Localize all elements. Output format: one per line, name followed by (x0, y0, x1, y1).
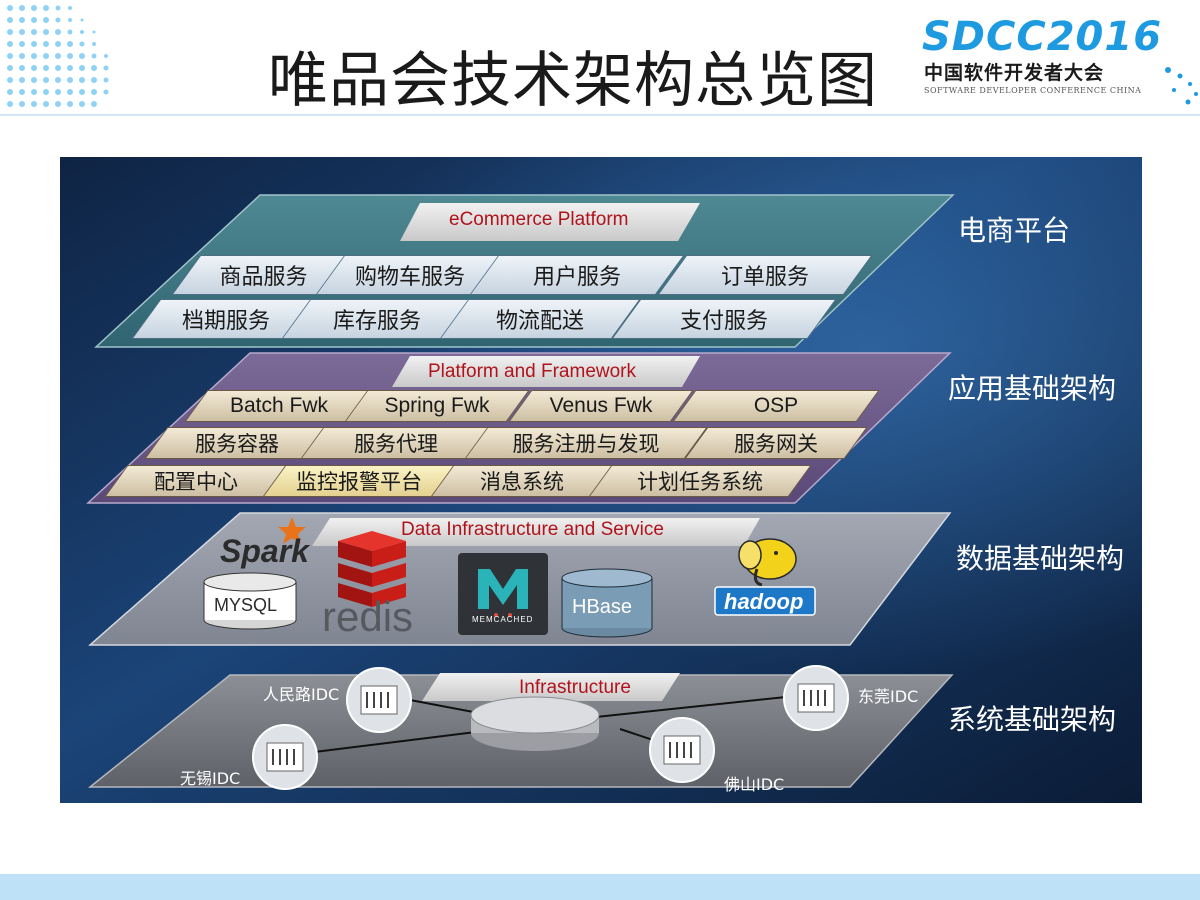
service-cell: 用户服务 (469, 255, 685, 295)
router-icon (470, 696, 600, 751)
server-icon (783, 665, 849, 731)
framework-cell: 服务容器 (144, 427, 330, 459)
idc-label: 东莞IDC (858, 687, 919, 706)
architecture-diagram: eCommerce Platform Platform and Framewor… (60, 157, 1142, 803)
conference-dots-decoration (1165, 67, 1198, 105)
framework-cell: Batch Fwk (184, 390, 374, 422)
layer-title-framework: Platform and Framework (428, 361, 637, 382)
memcached-label: MEMCACHED (472, 615, 534, 624)
layer-title-infra: Infrastructure (519, 677, 631, 698)
framework-cell: 服务网关 (684, 427, 868, 459)
framework-cell: Spring Fwk (344, 390, 530, 422)
side-label-framework: 应用基础架构 (948, 372, 1117, 405)
service-cell: 支付服务 (611, 299, 837, 339)
conference-logo-name: SDCC2016 (922, 14, 1163, 60)
framework-cell: 服务代理 (300, 427, 492, 459)
hadoop-logo-text: hadoop (724, 589, 804, 614)
framework-cell: 消息系统 (430, 465, 614, 497)
framework-cell: 计划任务系统 (588, 465, 812, 497)
layer-title-ecommerce: eCommerce Platform (449, 209, 629, 230)
idc-label: 无锡IDC (180, 769, 241, 788)
framework-cell: 服务注册与发现 (464, 427, 708, 459)
layer-title-data: Data Infrastructure and Service (401, 519, 664, 540)
slide-title: 唯品会技术架构总览图 (268, 46, 878, 116)
redis-logo-text: redis (322, 593, 414, 640)
side-label-ecommerce: 电商平台 (958, 214, 1071, 247)
conference-name-en: SOFTWARE DEVELOPER CONFERENCE CHINA (924, 86, 1142, 95)
decorative-dots (7, 5, 109, 107)
server-icon (346, 667, 412, 733)
conference-name-cn: 中国软件开发者大会 (924, 62, 1105, 84)
framework-cell: 配置中心 (104, 465, 288, 497)
footer-bar (0, 874, 1200, 900)
hbase-label: HBase (572, 596, 633, 618)
side-label-infra: 系统基础架构 (948, 703, 1117, 736)
service-cell: 订单服务 (657, 255, 873, 295)
spark-logo-text: Spark (220, 533, 309, 569)
idc-label: 佛山IDC (724, 775, 785, 794)
mysql-label: MYSQL (214, 595, 278, 615)
title-divider (0, 114, 1200, 116)
idc-label: 人民路IDC (263, 685, 340, 704)
framework-cell: Venus Fwk (508, 390, 694, 422)
server-icon (252, 724, 318, 790)
service-cell: 物流配送 (439, 299, 641, 339)
server-icon (649, 717, 715, 783)
side-label-data: 数据基础架构 (956, 542, 1125, 575)
framework-cell-highlighted: 监控报警平台 (262, 465, 456, 497)
framework-cell: OSP (672, 390, 880, 422)
